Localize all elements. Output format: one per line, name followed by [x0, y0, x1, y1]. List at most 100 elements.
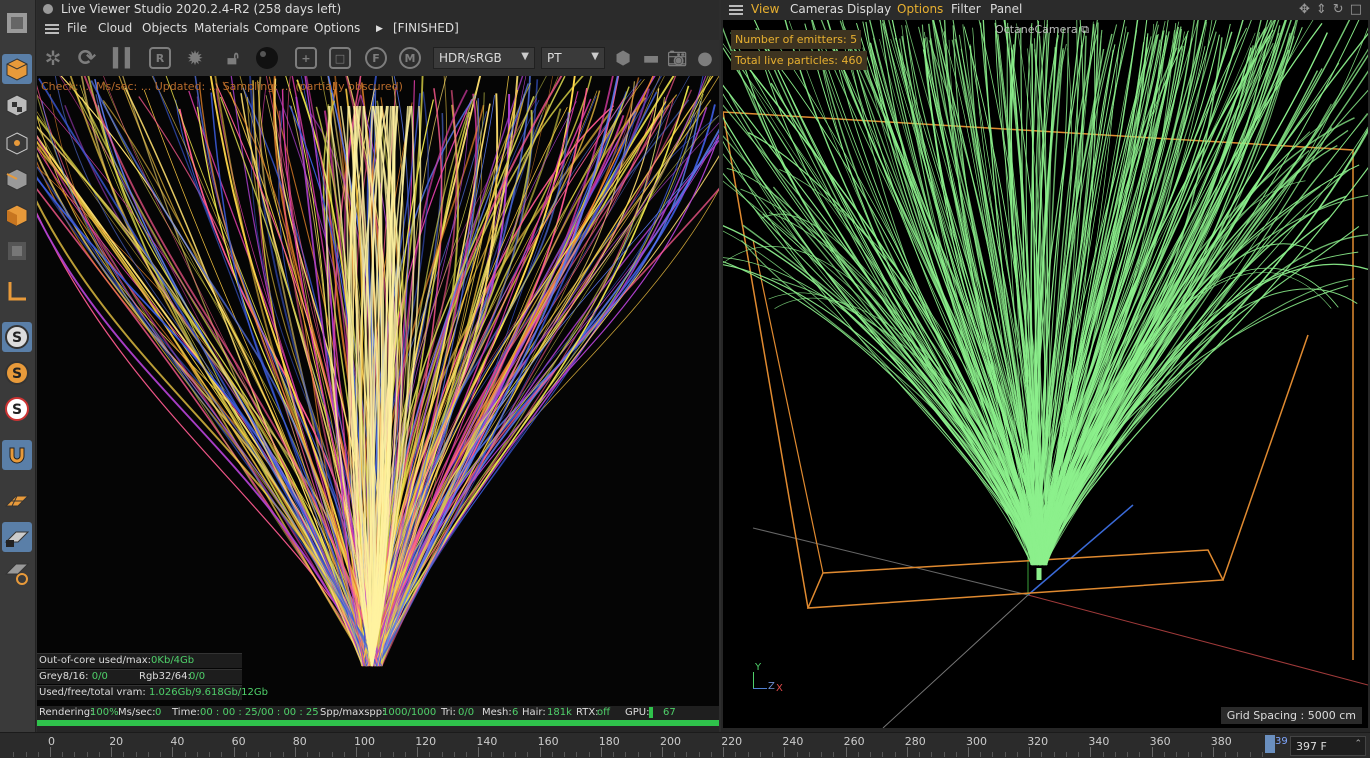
timeline-tick-label: 280: [904, 735, 926, 748]
timeline-minor-tick: [221, 752, 223, 757]
status-value: 181k: [547, 707, 572, 718]
menu-compare[interactable]: Compare: [254, 21, 308, 35]
timeline-ruler[interactable]: 39 397 F ⌃ 0 20 40 60 80 100 120 140 160 180 200 22…: [0, 732, 1370, 758]
material-picker-icon[interactable]: M: [399, 47, 421, 69]
stepper-icon[interactable]: ⌃: [1354, 739, 1362, 749]
menu-objects[interactable]: Objects: [142, 21, 187, 35]
model-mode-icon[interactable]: [2, 54, 32, 84]
timeline-minor-tick: [857, 752, 859, 757]
edges-mode-icon[interactable]: [2, 164, 32, 194]
cinema4d-logo-icon[interactable]: [2, 8, 32, 38]
timeline-minor-tick: [135, 752, 137, 757]
timeline-minor-tick: [980, 752, 982, 757]
timeline-major-tick: [1151, 747, 1153, 757]
hexagon-icon[interactable]: ⬢: [611, 46, 635, 70]
points-mode-icon[interactable]: [2, 128, 32, 158]
camera-label: OctaneCamera ⧉: [995, 23, 1089, 37]
play-arrow-icon[interactable]: ▶: [376, 24, 383, 34]
workplane-rotate-icon[interactable]: [2, 558, 32, 588]
status-label: Time:: [172, 707, 200, 718]
window-dot-icon[interactable]: [43, 4, 53, 14]
lock-icon[interactable]: 🔓︎: [221, 46, 245, 70]
timeline-minor-tick: [1078, 752, 1080, 757]
snap-toggle-icon[interactable]: S: [2, 322, 32, 352]
particle-viewport-image: [723, 20, 1368, 728]
hamburger-menu-icon[interactable]: [729, 5, 743, 15]
workplane-icon[interactable]: [2, 486, 32, 516]
focus-picker-icon[interactable]: F: [365, 47, 387, 69]
menu-display[interactable]: Display: [847, 2, 891, 16]
grid-spacing-label: Grid Spacing : 5000 cm: [1220, 707, 1362, 724]
snap-settings-icon[interactable]: S: [2, 358, 32, 388]
gpu-usage-bar: [649, 707, 653, 718]
axis-mode-icon[interactable]: [2, 276, 32, 306]
locked-workplane-icon[interactable]: [2, 522, 32, 552]
menu-cameras[interactable]: Cameras: [790, 2, 843, 16]
timeline-tick-label: 200: [660, 735, 681, 748]
status-value: 0/0: [458, 707, 475, 718]
add-region-icon[interactable]: +: [295, 47, 317, 69]
camera-icon[interactable]: ⧉: [1081, 23, 1089, 36]
sphere-icon[interactable]: ●: [693, 46, 717, 70]
timeline-tick-label: 360: [1149, 735, 1171, 748]
world-axis-line: [752, 527, 1029, 596]
snap-workplane-icon[interactable]: S: [2, 394, 32, 424]
rotate-view-icon[interactable]: ↻: [1333, 2, 1344, 17]
timeline-minor-tick: [772, 752, 774, 757]
camera-icon[interactable]: 📷︎: [665, 46, 689, 70]
emitter-count-hud: Number of emitters: 5: [731, 30, 862, 49]
viewport-canvas[interactable]: Number of emitters: 5 Total live particl…: [723, 20, 1368, 728]
live-viewer-title: Live Viewer Studio 2020.2.4-R2 (258 days…: [61, 2, 342, 16]
menu-panel[interactable]: Panel: [990, 2, 1022, 16]
timeline-major-tick: [50, 747, 51, 757]
send-scene-icon[interactable]: ✲: [41, 46, 65, 70]
menu-cloud[interactable]: Cloud: [98, 21, 132, 35]
menu-options[interactable]: Options: [897, 2, 943, 16]
render-state-flag: [FINISHED]: [393, 21, 459, 35]
menu-materials[interactable]: Materials: [194, 21, 249, 35]
pause-icon[interactable]: ▍▍: [113, 46, 139, 70]
texture-mode-icon[interactable]: [2, 90, 32, 120]
timeline-minor-tick: [686, 752, 688, 757]
chevron-down-icon: ▼: [521, 51, 529, 62]
end-frame-input[interactable]: 397 F ⌃: [1290, 736, 1366, 756]
region-render-icon[interactable]: R: [149, 47, 171, 69]
restart-icon[interactable]: ⟳: [75, 46, 99, 71]
kernel-select[interactable]: PT ▼: [541, 47, 605, 69]
status-value: 67: [663, 707, 676, 718]
zoom-view-icon[interactable]: ⇕: [1316, 2, 1327, 17]
left-toolbar: S S S: [0, 0, 36, 732]
texture-stat: Grey8/16: 0/0 Rgb32/64: 0/0: [37, 669, 242, 684]
stat-label: Grey8/16:: [39, 671, 89, 682]
tonemap-select[interactable]: HDR/sRGB ▼: [433, 47, 535, 69]
timeline-minor-tick: [441, 752, 443, 757]
timeline-tick-label: 380: [1210, 735, 1232, 748]
uv-mode-icon[interactable]: [2, 236, 32, 266]
status-value: 0: [155, 707, 162, 718]
magnet-icon[interactable]: [2, 440, 32, 470]
move-view-icon[interactable]: ✥: [1299, 2, 1310, 17]
timeline-minor-tick: [759, 752, 761, 757]
render-view[interactable]: Check: ... Ms/sec: ... Updated: ... Samp…: [37, 76, 719, 706]
timeline-minor-tick: [527, 752, 529, 757]
menu-file[interactable]: File: [67, 21, 87, 35]
bounding-box-floor: [806, 549, 1225, 609]
live-viewer-menubar: File Cloud Objects Materials Compare Opt…: [37, 18, 719, 40]
svg-text:S: S: [12, 402, 22, 418]
hamburger-menu-icon[interactable]: [45, 24, 59, 34]
material-ball-icon[interactable]: [255, 46, 279, 70]
status-value: off: [597, 707, 611, 718]
menu-view[interactable]: View: [751, 2, 779, 16]
timeline-minor-tick: [1041, 752, 1043, 757]
timeline-minor-tick: [515, 752, 517, 757]
current-frame-marker[interactable]: 39: [1265, 735, 1288, 753]
timeline-minor-tick: [429, 752, 431, 757]
menu-options[interactable]: Options: [314, 21, 360, 35]
film-rect-icon[interactable]: ▬: [639, 46, 663, 70]
polygons-mode-icon[interactable]: [2, 200, 32, 230]
timeline-minor-tick: [674, 752, 676, 757]
film-region-icon[interactable]: □: [329, 47, 351, 69]
settings-gear-icon[interactable]: ✹: [183, 46, 207, 70]
menu-filter[interactable]: Filter: [951, 2, 981, 16]
toggle-view-icon[interactable]: □: [1350, 2, 1362, 17]
